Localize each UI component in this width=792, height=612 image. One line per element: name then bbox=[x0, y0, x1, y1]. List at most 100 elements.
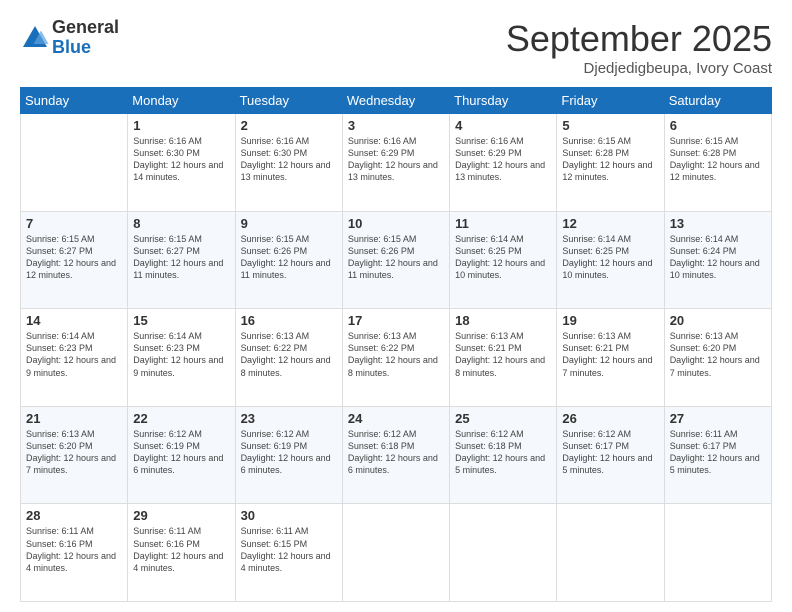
day-number: 10 bbox=[348, 216, 444, 231]
day-number: 9 bbox=[241, 216, 337, 231]
table-row: 23 Sunrise: 6:12 AM Sunset: 6:19 PM Dayli… bbox=[235, 406, 342, 504]
day-info: Sunrise: 6:14 AM Sunset: 6:23 PM Dayligh… bbox=[26, 330, 122, 379]
table-row: 9 Sunrise: 6:15 AM Sunset: 6:26 PM Daylig… bbox=[235, 211, 342, 309]
day-number: 4 bbox=[455, 118, 551, 133]
day-number: 11 bbox=[455, 216, 551, 231]
table-row: 22 Sunrise: 6:12 AM Sunset: 6:19 PM Dayli… bbox=[128, 406, 235, 504]
day-info: Sunrise: 6:13 AM Sunset: 6:21 PM Dayligh… bbox=[455, 330, 551, 379]
table-row: 16 Sunrise: 6:13 AM Sunset: 6:22 PM Dayli… bbox=[235, 309, 342, 407]
header: General Blue September 2025 Djedjedigbeu… bbox=[20, 18, 772, 77]
day-number: 19 bbox=[562, 313, 658, 328]
day-number: 6 bbox=[670, 118, 766, 133]
day-number: 22 bbox=[133, 411, 229, 426]
title-location: Djedjedigbeupa, Ivory Coast bbox=[506, 60, 772, 77]
day-number: 18 bbox=[455, 313, 551, 328]
table-row: 17 Sunrise: 6:13 AM Sunset: 6:22 PM Dayli… bbox=[342, 309, 449, 407]
title-block: September 2025 Djedjedigbeupa, Ivory Coa… bbox=[506, 18, 772, 77]
table-row bbox=[664, 504, 771, 602]
calendar-header-row: Sunday Monday Tuesday Wednesday Thursday… bbox=[21, 88, 772, 114]
day-number: 17 bbox=[348, 313, 444, 328]
day-number: 3 bbox=[348, 118, 444, 133]
table-row: 13 Sunrise: 6:14 AM Sunset: 6:24 PM Dayli… bbox=[664, 211, 771, 309]
day-info: Sunrise: 6:11 AM Sunset: 6:15 PM Dayligh… bbox=[241, 525, 337, 574]
table-row: 14 Sunrise: 6:14 AM Sunset: 6:23 PM Dayli… bbox=[21, 309, 128, 407]
calendar-week-3: 14 Sunrise: 6:14 AM Sunset: 6:23 PM Dayli… bbox=[21, 309, 772, 407]
day-number: 20 bbox=[670, 313, 766, 328]
day-number: 26 bbox=[562, 411, 658, 426]
day-info: Sunrise: 6:16 AM Sunset: 6:30 PM Dayligh… bbox=[241, 135, 337, 184]
day-number: 2 bbox=[241, 118, 337, 133]
day-info: Sunrise: 6:12 AM Sunset: 6:19 PM Dayligh… bbox=[133, 428, 229, 477]
day-number: 7 bbox=[26, 216, 122, 231]
table-row: 15 Sunrise: 6:14 AM Sunset: 6:23 PM Dayli… bbox=[128, 309, 235, 407]
day-number: 16 bbox=[241, 313, 337, 328]
col-friday: Friday bbox=[557, 88, 664, 114]
table-row bbox=[342, 504, 449, 602]
day-number: 29 bbox=[133, 508, 229, 523]
table-row: 20 Sunrise: 6:13 AM Sunset: 6:20 PM Dayli… bbox=[664, 309, 771, 407]
day-number: 12 bbox=[562, 216, 658, 231]
calendar-week-2: 7 Sunrise: 6:15 AM Sunset: 6:27 PM Daylig… bbox=[21, 211, 772, 309]
col-sunday: Sunday bbox=[21, 88, 128, 114]
title-month: September 2025 bbox=[506, 18, 772, 60]
day-info: Sunrise: 6:13 AM Sunset: 6:22 PM Dayligh… bbox=[348, 330, 444, 379]
day-number: 30 bbox=[241, 508, 337, 523]
table-row: 11Sunrise: 6:14 AM Sunset: 6:25 PM Dayli… bbox=[450, 211, 557, 309]
table-row: 25 Sunrise: 6:12 AM Sunset: 6:18 PM Dayli… bbox=[450, 406, 557, 504]
table-row: 26 Sunrise: 6:12 AM Sunset: 6:17 PM Dayli… bbox=[557, 406, 664, 504]
day-number: 25 bbox=[455, 411, 551, 426]
day-info: Sunrise: 6:13 AM Sunset: 6:22 PM Dayligh… bbox=[241, 330, 337, 379]
table-row: 3 Sunrise: 6:16 AM Sunset: 6:29 PM Daylig… bbox=[342, 114, 449, 212]
day-number: 28 bbox=[26, 508, 122, 523]
table-row: 29 Sunrise: 6:11 AM Sunset: 6:16 PM Dayli… bbox=[128, 504, 235, 602]
table-row: 24 Sunrise: 6:12 AM Sunset: 6:18 PM Dayli… bbox=[342, 406, 449, 504]
day-info: Sunrise: 6:15 AM Sunset: 6:27 PM Dayligh… bbox=[133, 233, 229, 282]
day-number: 27 bbox=[670, 411, 766, 426]
day-number: 13 bbox=[670, 216, 766, 231]
table-row: 2 Sunrise: 6:16 AM Sunset: 6:30 PM Daylig… bbox=[235, 114, 342, 212]
day-info: Sunrise: 6:12 AM Sunset: 6:17 PM Dayligh… bbox=[562, 428, 658, 477]
day-info: Sunrise: 6:14 AM Sunset: 6:23 PM Dayligh… bbox=[133, 330, 229, 379]
day-info: Sunrise: 6:12 AM Sunset: 6:18 PM Dayligh… bbox=[455, 428, 551, 477]
day-info: Sunrise: 6:12 AM Sunset: 6:18 PM Dayligh… bbox=[348, 428, 444, 477]
day-number: 1 bbox=[133, 118, 229, 133]
table-row: 10 Sunrise: 6:15 AM Sunset: 6:26 PM Dayli… bbox=[342, 211, 449, 309]
col-saturday: Saturday bbox=[664, 88, 771, 114]
day-info: Sunrise: 6:14 AM Sunset: 6:24 PM Dayligh… bbox=[670, 233, 766, 282]
table-row bbox=[557, 504, 664, 602]
logo-icon bbox=[20, 23, 50, 53]
day-info: Sunrise: 6:15 AM Sunset: 6:26 PM Dayligh… bbox=[348, 233, 444, 282]
table-row: 4 Sunrise: 6:16 AM Sunset: 6:29 PM Daylig… bbox=[450, 114, 557, 212]
day-number: 14 bbox=[26, 313, 122, 328]
logo-blue-text: Blue bbox=[52, 38, 119, 58]
table-row: 19 Sunrise: 6:13 AM Sunset: 6:21 PM Dayli… bbox=[557, 309, 664, 407]
day-number: 15 bbox=[133, 313, 229, 328]
day-info: Sunrise: 6:13 AM Sunset: 6:21 PM Dayligh… bbox=[562, 330, 658, 379]
day-number: 24 bbox=[348, 411, 444, 426]
table-row: 6 Sunrise: 6:15 AM Sunset: 6:28 PM Daylig… bbox=[664, 114, 771, 212]
logo-general-text: General bbox=[52, 18, 119, 38]
table-row: 7Sunrise: 6:15 AM Sunset: 6:27 PM Daylig… bbox=[21, 211, 128, 309]
day-info: Sunrise: 6:15 AM Sunset: 6:28 PM Dayligh… bbox=[562, 135, 658, 184]
day-number: 23 bbox=[241, 411, 337, 426]
day-number: 8 bbox=[133, 216, 229, 231]
col-monday: Monday bbox=[128, 88, 235, 114]
day-info: Sunrise: 6:11 AM Sunset: 6:17 PM Dayligh… bbox=[670, 428, 766, 477]
day-info: Sunrise: 6:15 AM Sunset: 6:28 PM Dayligh… bbox=[670, 135, 766, 184]
table-row: 21Sunrise: 6:13 AM Sunset: 6:20 PM Dayli… bbox=[21, 406, 128, 504]
table-row: 27 Sunrise: 6:11 AM Sunset: 6:17 PM Dayli… bbox=[664, 406, 771, 504]
day-info: Sunrise: 6:13 AM Sunset: 6:20 PM Dayligh… bbox=[670, 330, 766, 379]
table-row: 1 Sunrise: 6:16 AM Sunset: 6:30 PM Daylig… bbox=[128, 114, 235, 212]
day-info: Sunrise: 6:11 AM Sunset: 6:16 PM Dayligh… bbox=[133, 525, 229, 574]
table-row: 5 Sunrise: 6:15 AM Sunset: 6:28 PM Daylig… bbox=[557, 114, 664, 212]
day-number: 5 bbox=[562, 118, 658, 133]
day-info: Sunrise: 6:15 AM Sunset: 6:26 PM Dayligh… bbox=[241, 233, 337, 282]
table-row: 12Sunrise: 6:14 AM Sunset: 6:25 PM Dayli… bbox=[557, 211, 664, 309]
day-info: Sunrise: 6:16 AM Sunset: 6:29 PM Dayligh… bbox=[455, 135, 551, 184]
day-info: Sunrise: 6:16 AM Sunset: 6:30 PM Dayligh… bbox=[133, 135, 229, 184]
page: General Blue September 2025 Djedjedigbeu… bbox=[0, 0, 792, 612]
day-info: Sunrise: 6:16 AM Sunset: 6:29 PM Dayligh… bbox=[348, 135, 444, 184]
calendar-table: Sunday Monday Tuesday Wednesday Thursday… bbox=[20, 87, 772, 602]
day-info: Sunrise: 6:12 AM Sunset: 6:19 PM Dayligh… bbox=[241, 428, 337, 477]
col-thursday: Thursday bbox=[450, 88, 557, 114]
